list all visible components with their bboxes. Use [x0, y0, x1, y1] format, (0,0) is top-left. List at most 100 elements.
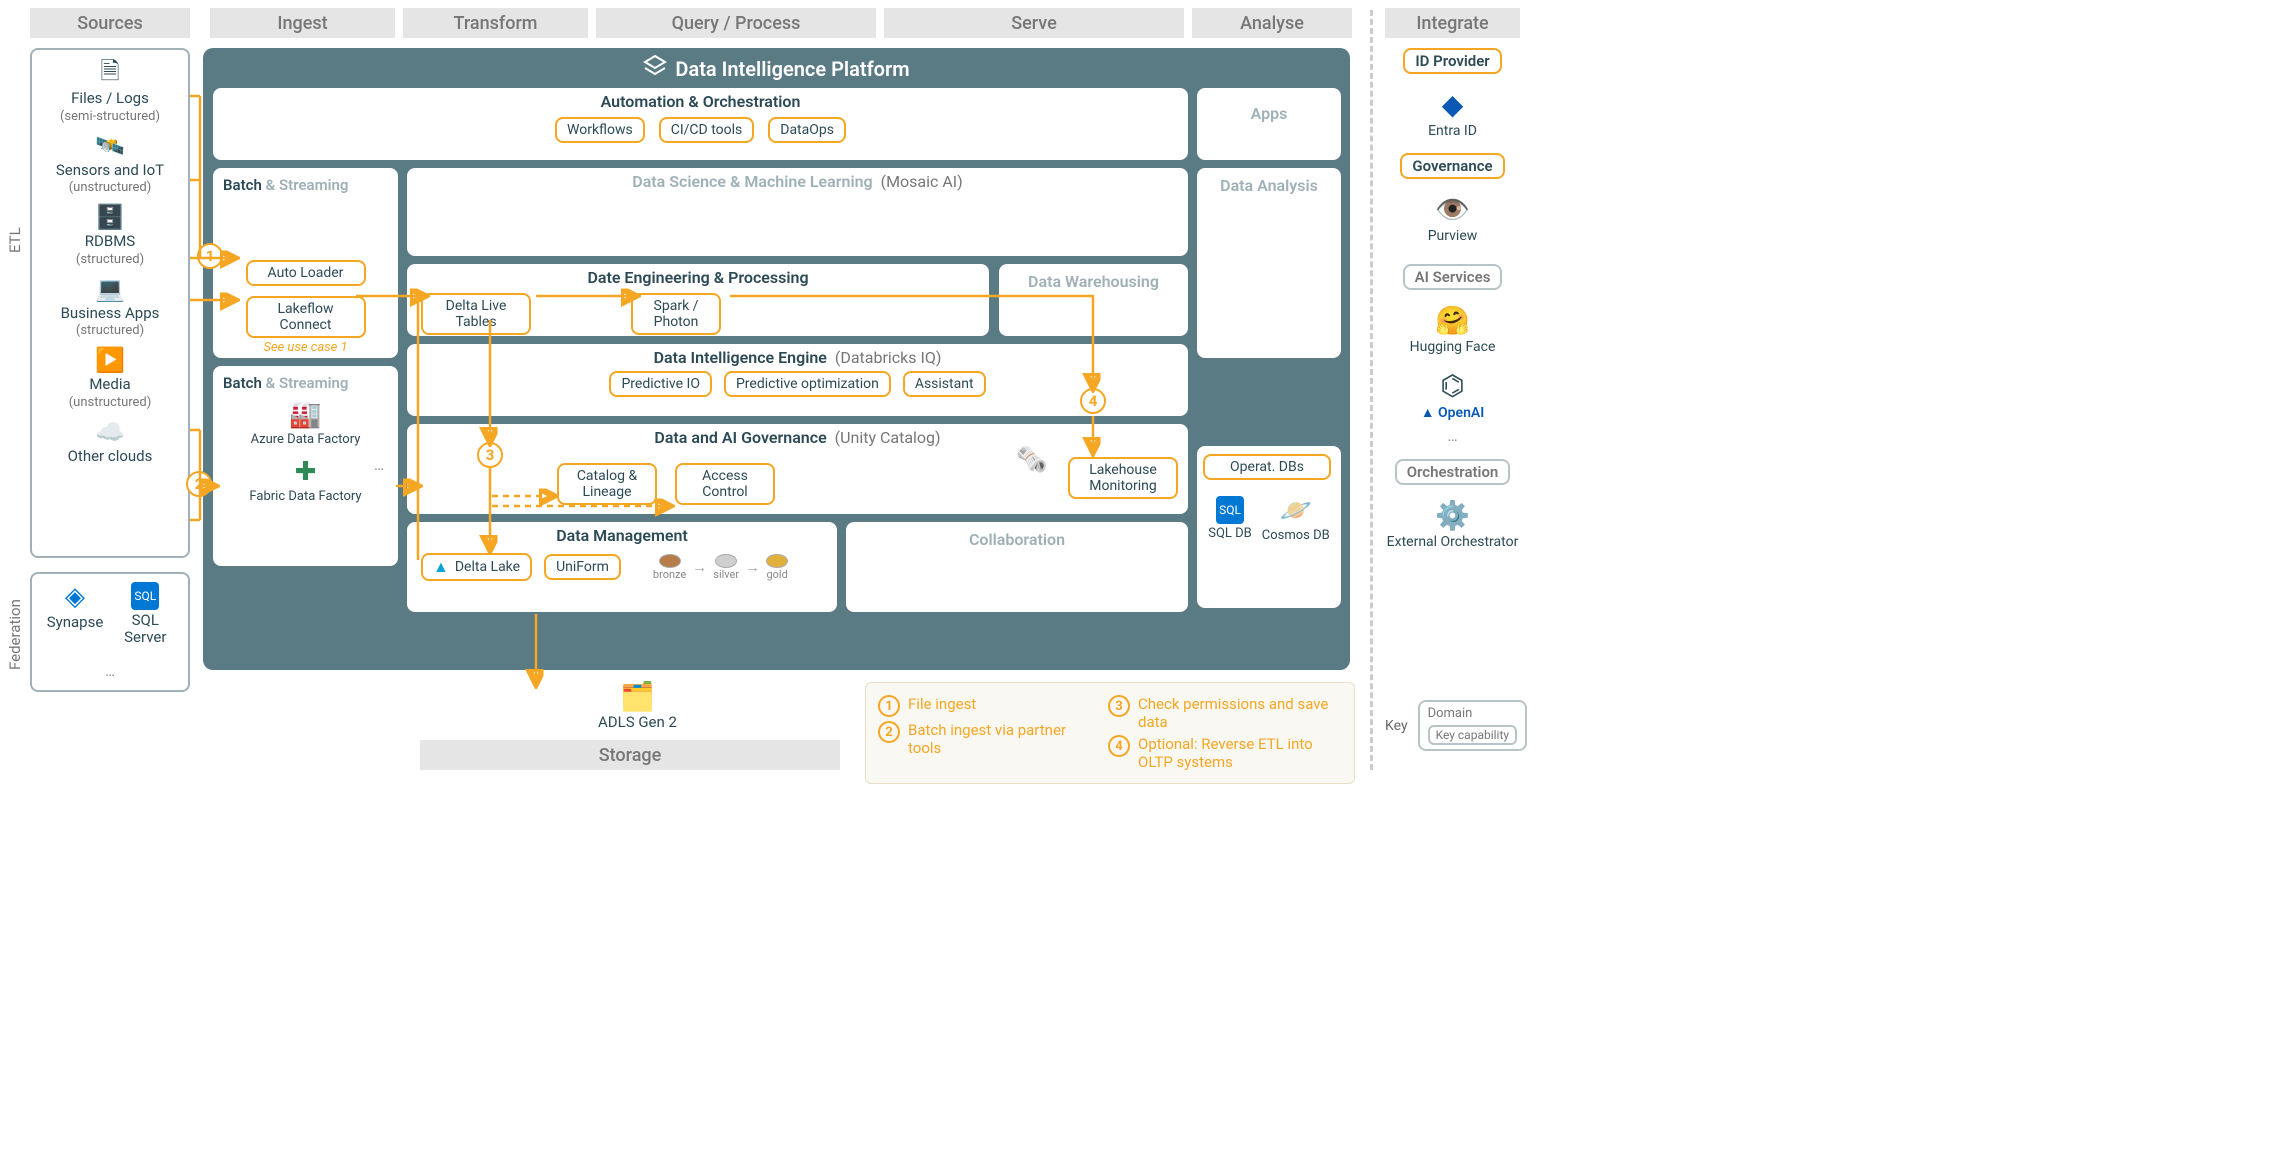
- col-transform: Transform: [403, 8, 588, 38]
- dw-title: Data Warehousing: [999, 264, 1188, 291]
- gov-title: Data and AI Governance (Unity Catalog): [407, 424, 1188, 447]
- cap-lakeflow: Lakeflow Connect: [246, 296, 366, 338]
- batch1-label: Batch & Streaming: [223, 176, 388, 194]
- cap-autoloader: Auto Loader: [246, 260, 366, 286]
- box-automation: Automation & Orchestration Workflows CI/…: [213, 88, 1188, 160]
- key-domain: Domain Key capability: [1418, 700, 1528, 751]
- src-media-sub: (unstructured): [69, 395, 152, 410]
- legend-num-3: 3: [1108, 695, 1130, 717]
- bronze-icon: [659, 554, 681, 568]
- batch2-main: Batch: [223, 374, 262, 392]
- iot-icon: 🛰️: [92, 132, 128, 160]
- cap-cicd: CI/CD tools: [659, 117, 755, 143]
- src-rdbms-label: RDBMS: [85, 233, 135, 250]
- svc-sqldb: SQL SQL DB: [1208, 496, 1252, 543]
- legend: 1File ingest 2Batch ingest via partner t…: [865, 682, 1355, 784]
- data-analysis-title: Data Analysis: [1197, 168, 1341, 195]
- fed-synapse: ◈ Synapse: [47, 582, 104, 648]
- batch2-label: Batch & Streaming: [223, 374, 388, 392]
- fed-synapse-label: Synapse: [47, 614, 104, 631]
- legend-txt-3: Check permissions and save data: [1138, 695, 1342, 731]
- cap-assistant: Assistant: [903, 371, 986, 397]
- media-icon: ▶️: [92, 346, 128, 374]
- cosmos-icon: 🪐: [1280, 496, 1312, 526]
- cap-spark: Spark / Photon: [631, 293, 721, 335]
- fdf-label: Fabric Data Factory: [249, 489, 361, 504]
- int-hf: 🤗 Hugging Face: [1410, 304, 1496, 355]
- divider: [1370, 10, 1373, 770]
- file-icon: 🗎: [92, 60, 128, 88]
- src-media-label: Media: [89, 376, 130, 393]
- canvas: Sources Ingest Transform Query / Process…: [0, 0, 1530, 785]
- openai-name: ▲ OpenAI: [1421, 404, 1485, 421]
- fed-more: …: [40, 662, 180, 683]
- src-files-sub: (semi-structured): [60, 109, 160, 124]
- adls-label: ADLS Gen 2: [598, 713, 677, 731]
- int-ai-label: AI Services: [1403, 264, 1503, 290]
- orchestrator-icon: ⚙️: [1435, 499, 1470, 532]
- sqldb-label: SQL DB: [1208, 526, 1252, 541]
- legend-txt-1: File ingest: [908, 695, 976, 713]
- cap-predopt: Predictive optimization: [724, 371, 891, 397]
- src-clouds-label: Other clouds: [68, 448, 153, 465]
- box-dm: Data Management ▲ Delta Lake UniForm bro…: [407, 522, 837, 612]
- platform: Data Intelligence Platform Automation & …: [203, 48, 1350, 670]
- col-sources: Sources: [30, 8, 190, 38]
- medallion: bronze → silver → gold: [653, 554, 788, 581]
- cap-deltalake: ▲ Delta Lake: [421, 553, 532, 581]
- src-media: ▶️ Media (unstructured): [38, 342, 182, 414]
- cap-monitoring: Lakehouse Monitoring: [1068, 457, 1178, 499]
- legend-num-4: 4: [1108, 735, 1130, 757]
- cap-dataops: DataOps: [768, 117, 846, 143]
- storage-item: 🗂️ ADLS Gen 2: [598, 680, 677, 731]
- legend-num-2: 2: [878, 721, 900, 743]
- svc-fdf: ✚ Fabric Data Factory: [249, 457, 361, 504]
- int-orc: ⚙️ External Orchestrator: [1387, 499, 1519, 550]
- cap-operat-dbs: Operat. DBs: [1203, 454, 1331, 480]
- layers-icon: [643, 54, 667, 83]
- cap-access: Access Control: [675, 463, 775, 505]
- col-query: Query / Process: [596, 8, 876, 38]
- batch2-more: …: [374, 456, 384, 474]
- box-batch1: Batch & Streaming Auto Loader Lakeflow C…: [213, 168, 398, 358]
- die-title: Data Intelligence Engine (Databricks IQ): [407, 344, 1188, 367]
- cap-catalog: Catalog & Lineage: [557, 463, 657, 505]
- purview-name: Purview: [1428, 228, 1478, 244]
- src-files-label: Files / Logs: [71, 90, 149, 107]
- int-entra: ◆ Entra ID: [1428, 88, 1477, 139]
- legend-txt-2: Batch ingest via partner tools: [908, 721, 1078, 757]
- box-gov: Data and AI Governance (Unity Catalog) C…: [407, 424, 1188, 514]
- apps-title: Apps: [1197, 88, 1341, 123]
- dm-title: Data Management: [407, 522, 837, 545]
- sql-icon: SQL: [131, 582, 159, 610]
- seecase: See use case 1: [223, 340, 388, 355]
- purview-icon: 👁️: [1435, 193, 1470, 226]
- storage-footer: Storage: [420, 740, 840, 770]
- database-icon: 🗄️: [92, 203, 128, 231]
- key-domain-label: Domain: [1428, 706, 1518, 721]
- adf-label: Azure Data Factory: [251, 432, 361, 447]
- synapse-icon: ◈: [65, 582, 85, 612]
- marker-1: 1: [197, 243, 223, 269]
- box-data-analysis: Data Analysis: [1197, 168, 1341, 358]
- fabric-icon: ✚: [295, 457, 317, 487]
- box-batch2: Batch & Streaming 🏭 Azure Data Factory ……: [213, 366, 398, 566]
- integrate-column: ID Provider ◆ Entra ID Governance 👁️ Pur…: [1385, 48, 1520, 550]
- int-ai-more: …: [1447, 427, 1457, 445]
- col-ingest: Ingest: [210, 8, 395, 38]
- cloud-icon: ☁️: [92, 418, 128, 446]
- factory-icon: 🏭: [289, 400, 321, 430]
- int-orc-label: Orchestration: [1395, 459, 1511, 485]
- int-purview: 👁️ Purview: [1428, 193, 1478, 244]
- cap-workflows: Workflows: [555, 117, 645, 143]
- batch1-main: Batch: [223, 176, 262, 194]
- adls-icon: 🗂️: [598, 680, 677, 713]
- collab-title: Collaboration: [846, 522, 1188, 549]
- cap-uniform: UniForm: [544, 554, 621, 580]
- src-apps-sub: (structured): [76, 323, 144, 338]
- batch2-muted: & Streaming: [262, 374, 349, 392]
- side-etl: ETL: [6, 150, 24, 330]
- col-integrate: Integrate: [1385, 8, 1520, 38]
- marker-3: 3: [477, 442, 503, 468]
- src-rdbms: 🗄️ RDBMS (structured): [38, 199, 182, 271]
